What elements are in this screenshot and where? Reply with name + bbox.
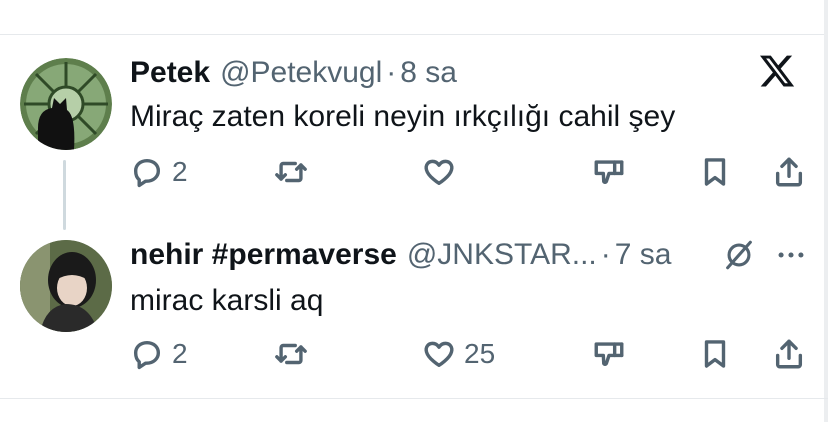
reply-icon: [133, 340, 161, 370]
share-icon: [775, 157, 803, 187]
bookmark-icon: [704, 340, 726, 368]
display-name[interactable]: nehir #permaverse: [130, 238, 397, 272]
like-button[interactable]: [422, 152, 464, 192]
retweet-icon: [275, 161, 307, 183]
like-icon: [424, 341, 454, 368]
tweet-header: nehir #permaverse @JNKSTAR... · 7 sa: [130, 238, 671, 272]
thread-connector: [63, 160, 66, 230]
window-edge: [824, 0, 828, 422]
share-button[interactable]: [772, 334, 806, 374]
avatar[interactable]: [20, 58, 112, 150]
top-divider: [0, 34, 828, 35]
avatar[interactable]: [20, 240, 112, 332]
user-handle[interactable]: @JNKSTAR...: [407, 238, 597, 272]
share-icon: [775, 339, 803, 369]
dislike-button[interactable]: [592, 334, 626, 374]
tweet-text: Miraç zaten koreli neyin ırkçılığı cahil…: [130, 100, 676, 133]
dislike-icon: [594, 160, 624, 184]
bookmark-icon: [704, 158, 726, 186]
tweet-header: Petek @Petekvugl · 8 sa: [130, 56, 457, 90]
retweet-button[interactable]: [274, 152, 316, 192]
reply-count: 2: [172, 156, 188, 187]
display-name[interactable]: Petek: [130, 56, 210, 90]
separator: ·: [600, 238, 611, 271]
more-icon[interactable]: [774, 238, 808, 272]
like-count: 25: [464, 338, 496, 369]
action-bar: 2: [130, 152, 810, 192]
reply-button[interactable]: 2: [130, 152, 188, 192]
like-button[interactable]: 25: [422, 334, 495, 374]
separator: ·: [386, 56, 397, 89]
x-logo-icon[interactable]: [758, 52, 796, 90]
dislike-icon: [594, 342, 624, 366]
retweet-icon: [275, 343, 307, 365]
reply-icon: [133, 158, 161, 188]
timestamp[interactable]: 8 sa: [400, 56, 457, 90]
user-handle[interactable]: @Petekvugl: [220, 56, 382, 90]
reply-button[interactable]: 2: [130, 334, 188, 374]
action-bar: 2 25: [130, 334, 810, 374]
reply-count: 2: [172, 338, 188, 369]
like-icon: [424, 159, 454, 186]
bookmark-button[interactable]: [698, 152, 732, 192]
grok-icon[interactable]: [722, 238, 756, 272]
share-button[interactable]: [772, 152, 806, 192]
tweet-text: mirac karsli aq: [130, 284, 324, 317]
retweet-button[interactable]: [274, 334, 316, 374]
dislike-button[interactable]: [592, 152, 626, 192]
bookmark-button[interactable]: [698, 334, 732, 374]
timestamp[interactable]: 7 sa: [615, 238, 672, 272]
bottom-divider: [0, 398, 828, 399]
